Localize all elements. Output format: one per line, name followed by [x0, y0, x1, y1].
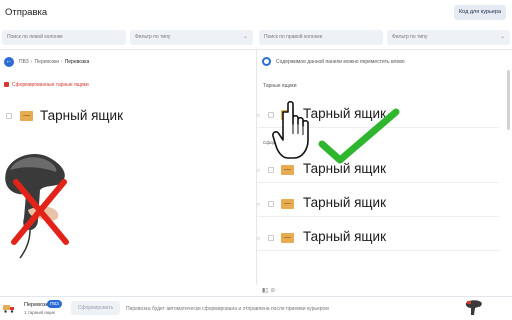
info-icon [262, 57, 271, 66]
chevron-down-icon: ⌄ [499, 34, 505, 40]
box-icon [281, 199, 294, 209]
arrow-left-icon: ← [5, 58, 13, 65]
header: Отправка Код для курьера [0, 0, 512, 28]
left-search-input[interactable]: Поиск по левой колонке [2, 30, 126, 45]
truck-icon [3, 305, 14, 313]
list-item[interactable]: □ Тарный ящик [257, 225, 499, 251]
breadcrumb-separator: › [30, 59, 33, 65]
left-type-filter[interactable]: Фильтр по типу ⌄ [130, 30, 253, 45]
box-icon [281, 233, 294, 243]
shipment-count: 1 тарный ящик [24, 310, 55, 315]
hand-pointer-icon [272, 100, 309, 159]
back-button[interactable]: ← [4, 57, 14, 67]
formed-notice-text: Сформированные тарные ящики [12, 82, 89, 88]
list-item-label: Тарный ящик [303, 229, 386, 244]
right-search-input[interactable]: Поиск по правой колонке [259, 30, 383, 45]
row-checkbox[interactable] [268, 201, 274, 207]
form-shipment-button[interactable]: Сформировать [71, 301, 120, 315]
section-label: Тарные ящики [263, 83, 297, 89]
row-checkbox[interactable] [268, 235, 274, 241]
row-marker: □ [257, 168, 260, 173]
row-marker: □ [257, 113, 260, 118]
lock-icon [4, 82, 9, 87]
right-type-filter-label: Фильтр по типу [392, 34, 428, 40]
formed-notice: Сформированные тарные ящики [4, 82, 89, 88]
row-status-icons: ▮▯ ⊘ [262, 288, 276, 294]
left-type-filter-label: Фильтр по типу [135, 34, 171, 40]
status-badge: ПВЗ [47, 300, 62, 308]
info-text: Содержимое данной панели можно перемести… [276, 59, 405, 65]
chevron-down-icon: ⌄ [242, 34, 248, 40]
barcode-scanner-icon [465, 300, 482, 315]
barcode-scanner-crossed-icon [5, 153, 69, 259]
breadcrumb: ПВЗ › Перевозки › Перевозка [19, 59, 89, 65]
breadcrumb-item[interactable]: ПВЗ [19, 59, 29, 65]
right-search-placeholder: Поиск по правой колонке [264, 34, 323, 40]
shipment-note: Перевозка будет автоматически сформирова… [126, 306, 329, 312]
row-marker: □ [257, 236, 260, 241]
filters-bar: Поиск по левой колонке Фильтр по типу ⌄ … [0, 30, 512, 46]
list-item[interactable]: Тарный ящик [0, 104, 123, 128]
list-item-label: Тарный ящик [40, 108, 123, 123]
list-item-label: Тарный ящик [303, 195, 386, 210]
page-title: Отправка [5, 7, 48, 18]
right-type-filter[interactable]: Фильтр по типу ⌄ [387, 30, 510, 45]
courier-code-button[interactable]: Код для курьера [453, 5, 506, 20]
left-search-placeholder: Поиск по левой колонке [7, 34, 63, 40]
breadcrumb-current: Перевозка [64, 59, 90, 65]
row-checkbox[interactable] [6, 113, 12, 119]
bottom-bar: Перевозка ПВЗ 1 тарный ящик Сформировать… [0, 296, 512, 320]
row-marker: □ [257, 202, 260, 207]
row-checkbox[interactable] [268, 167, 274, 173]
breadcrumb-item[interactable]: Перевозки [34, 59, 59, 65]
breadcrumb-separator: › [61, 59, 63, 65]
checkmark-icon [318, 108, 400, 164]
box-icon [20, 111, 33, 121]
box-icon [281, 165, 294, 175]
list-item[interactable]: □ Тарный ящик [257, 191, 499, 217]
scrollbar[interactable] [507, 70, 510, 130]
